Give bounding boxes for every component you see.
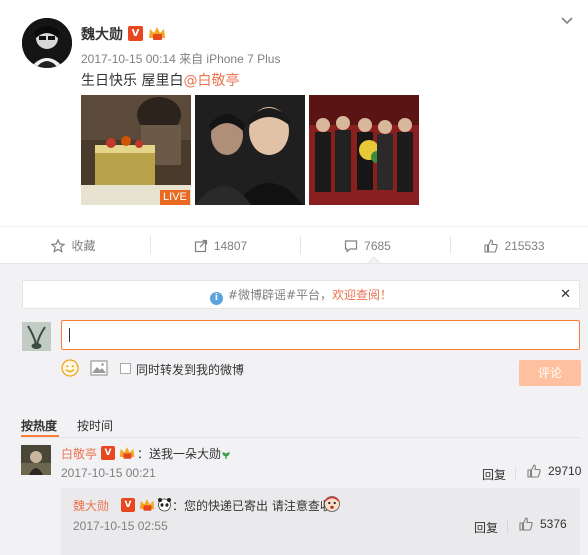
post-text: 生日快乐 屋里白@白敬亭	[81, 70, 239, 90]
current-user-avatar[interactable]	[22, 322, 51, 351]
comment-text: ：送我一朵大勋	[137, 447, 222, 461]
info-icon: i	[209, 292, 223, 305]
current-user-avatar-image	[22, 322, 51, 351]
weibo-post-card: 魏大勋 V 2017-10-15 00:14 来自 iPhone 7 Plus …	[0, 0, 588, 555]
favorite-button[interactable]: 收藏	[0, 227, 147, 264]
sort-by-time-tab[interactable]: 按时间	[77, 417, 113, 434]
post-photo-cake[interactable]	[81, 95, 191, 205]
reply-like-divider	[515, 467, 516, 479]
reply-like-button[interactable]: 5376	[519, 517, 567, 531]
surprised-face-emoji-icon	[324, 496, 340, 512]
author-avatar-image	[22, 18, 72, 68]
reply-like-divider	[507, 520, 508, 532]
comment-time: 2017-10-15 00:21	[61, 466, 156, 480]
smiley-icon[interactable]	[61, 359, 79, 377]
post-action-bar: 收藏 14807 7685 215533	[0, 226, 588, 263]
reply-like-count: 5376	[540, 517, 567, 531]
notice-link[interactable]: 欢迎查阅！	[332, 288, 392, 302]
post-photo-selfie[interactable]	[195, 95, 305, 205]
active-tab-indicator	[21, 435, 59, 437]
like-count: 215533	[504, 238, 545, 253]
speech-bubble-icon	[345, 239, 358, 253]
reply-author-name[interactable]: 魏大勋	[73, 497, 109, 514]
commenter-avatar-image	[21, 445, 51, 475]
live-photo-badge: LIVE	[160, 190, 190, 205]
verified-badge-icon: V	[121, 498, 135, 512]
comment-section: i #微博辟谣#平台，欢迎查阅！ ✕ 同时转发到我的微博 评论 按热度 按时间 …	[0, 263, 588, 555]
author-avatar[interactable]	[22, 18, 72, 68]
sprout-emoji-icon	[222, 452, 230, 459]
comment-count: 7685	[364, 238, 391, 253]
thumbs-up-icon	[484, 238, 499, 253]
chevron-down-icon[interactable]	[560, 16, 574, 26]
submit-comment-button[interactable]: 评论	[519, 360, 581, 386]
comment-like-button[interactable]: 29710	[527, 464, 581, 478]
post-photo-group[interactable]	[309, 95, 419, 205]
author-name[interactable]: 魏大勋	[81, 24, 123, 44]
commenter-name[interactable]: 白敬亭	[61, 445, 97, 462]
repost-checkbox[interactable]	[120, 363, 131, 374]
verified-badge-icon: V	[128, 26, 143, 41]
repost-count: 14807	[213, 238, 248, 253]
close-icon[interactable]: ✕	[560, 281, 571, 309]
thumbs-up-icon	[527, 464, 541, 478]
panda-badge-icon	[158, 498, 171, 512]
sort-tab-divider	[21, 437, 581, 438]
cake-photo-image	[81, 95, 191, 205]
vip-crown-icon	[119, 447, 135, 459]
star-outline-icon	[51, 238, 66, 253]
reply-text: ：您的快递已寄出 请注意查收	[172, 499, 332, 513]
repost-button[interactable]: 14807	[147, 227, 294, 264]
commenter-avatar[interactable]	[21, 445, 51, 475]
thumbs-up-icon	[519, 517, 533, 531]
reply-button[interactable]: 回复	[474, 519, 498, 536]
mention-link[interactable]: @白敬亭	[183, 73, 239, 89]
rumor-notice-bar: i #微博辟谣#平台，欢迎查阅！ ✕	[22, 280, 580, 309]
text-cursor	[69, 328, 70, 342]
vip-crown-icon	[139, 499, 155, 511]
sort-by-hot-tab[interactable]: 按热度	[21, 417, 57, 434]
post-meta: 2017-10-15 00:14 来自 iPhone 7 Plus	[81, 52, 281, 66]
image-icon[interactable]	[90, 360, 108, 376]
share-arrow-icon	[194, 239, 207, 252]
comment-like-count: 29710	[548, 464, 582, 478]
notice-text: #微博辟谣#平台，	[227, 288, 333, 302]
favorite-label: 收藏	[71, 239, 96, 253]
repost-checkbox-label[interactable]: 同时转发到我的微博	[136, 361, 244, 378]
verified-badge-icon: V	[101, 446, 115, 460]
group-photo-image	[309, 95, 419, 205]
post-text-body: 生日快乐 屋里白	[81, 73, 184, 89]
nested-reply: 魏大勋 V ：您的快递已寄出 请注意查收 2017-10-15 02:55 回复…	[61, 488, 580, 555]
vip-crown-icon	[149, 27, 165, 40]
selfie-photo-image	[195, 95, 305, 205]
comment-input[interactable]	[61, 320, 580, 350]
reply-button[interactable]: 回复	[482, 466, 506, 483]
reply-time: 2017-10-15 02:55	[73, 519, 168, 533]
like-button[interactable]: 215533	[441, 227, 588, 264]
